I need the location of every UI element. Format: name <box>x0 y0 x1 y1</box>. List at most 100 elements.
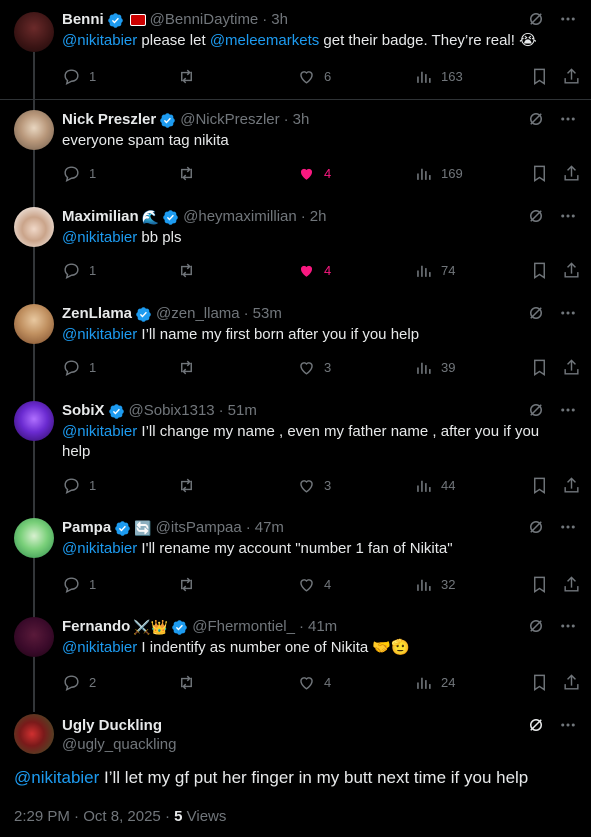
views-button[interactable]: 74 <box>414 261 455 280</box>
avatar[interactable] <box>14 714 54 754</box>
grok-icon[interactable] <box>527 716 545 734</box>
tweet-time[interactable]: 2:29 PM <box>14 808 70 825</box>
timestamp[interactable]: 41m <box>308 617 337 637</box>
grok-icon[interactable] <box>527 518 545 536</box>
more-icon[interactable] <box>559 401 577 419</box>
mention-link[interactable]: @nikitabier <box>62 540 137 557</box>
bookmark-button[interactable] <box>530 164 549 183</box>
author-handle[interactable]: @zen_llama <box>156 304 240 324</box>
share-button[interactable] <box>562 673 581 692</box>
more-icon[interactable] <box>559 10 577 28</box>
timestamp[interactable]: 2h <box>310 207 327 227</box>
author-name[interactable]: Maximilian <box>62 207 139 227</box>
timestamp[interactable]: 3h <box>293 110 310 130</box>
author-handle[interactable]: @ugly_quackling <box>62 736 176 753</box>
reply-button[interactable]: 1 <box>62 575 96 594</box>
avatar[interactable] <box>14 12 54 52</box>
bookmark-button[interactable] <box>530 476 549 495</box>
grok-icon[interactable] <box>527 401 545 419</box>
retweet-button[interactable] <box>177 673 196 692</box>
share-button[interactable] <box>562 261 581 280</box>
bookmark-button[interactable] <box>530 358 549 377</box>
grok-icon[interactable] <box>527 10 545 28</box>
author-name[interactable]: Ugly Duckling <box>62 716 162 736</box>
author-handle[interactable]: @Sobix1313 <box>129 401 215 421</box>
retweet-button[interactable] <box>177 67 196 86</box>
reply-tweet[interactable]: SobiX @Sobix1313 · 51m @nikitabier I’ll … <box>0 391 591 507</box>
like-button[interactable]: 4 <box>297 164 331 183</box>
more-icon[interactable] <box>559 518 577 536</box>
grok-icon[interactable] <box>527 110 545 128</box>
grok-icon[interactable] <box>527 304 545 322</box>
avatar[interactable] <box>14 304 54 344</box>
author-name[interactable]: SobiX <box>62 401 105 421</box>
like-button[interactable]: 4 <box>297 673 331 692</box>
retweet-button[interactable] <box>177 575 196 594</box>
more-icon[interactable] <box>559 110 577 128</box>
avatar[interactable] <box>14 207 54 247</box>
views-button[interactable]: 44 <box>414 476 455 495</box>
reply-tweet[interactable]: Benni @BenniDaytime · 3h @nikitabier ple… <box>0 0 591 98</box>
more-icon[interactable] <box>559 617 577 635</box>
mention-link[interactable]: @nikitabier <box>62 423 137 440</box>
mention-link[interactable]: @meleemarkets <box>210 32 319 49</box>
views-button[interactable]: 169 <box>414 164 463 183</box>
reply-button[interactable]: 1 <box>62 261 96 280</box>
retweet-button[interactable] <box>177 261 196 280</box>
author-handle[interactable]: @heymaximillian <box>183 207 297 227</box>
like-button[interactable]: 4 <box>297 575 331 594</box>
share-button[interactable] <box>562 67 581 86</box>
share-button[interactable] <box>562 164 581 183</box>
author-name[interactable]: Fernando <box>62 617 130 637</box>
more-icon[interactable] <box>559 304 577 322</box>
author-name[interactable]: Nick Preszler <box>62 110 156 130</box>
like-button[interactable]: 6 <box>297 67 331 86</box>
reply-button[interactable]: 1 <box>62 67 96 86</box>
like-button[interactable]: 3 <box>297 476 331 495</box>
more-icon[interactable] <box>559 207 577 225</box>
reply-button[interactable]: 1 <box>62 476 96 495</box>
author-handle[interactable]: @BenniDaytime <box>150 10 259 30</box>
retweet-button[interactable] <box>177 164 196 183</box>
author-name[interactable]: ZenLlama <box>62 304 132 324</box>
mention-link[interactable]: @nikitabier <box>62 639 137 656</box>
retweet-button[interactable] <box>177 358 196 377</box>
mention-link[interactable]: @nikitabier <box>62 32 137 49</box>
avatar[interactable] <box>14 401 54 441</box>
share-button[interactable] <box>562 358 581 377</box>
avatar[interactable] <box>14 110 54 150</box>
grok-icon[interactable] <box>527 207 545 225</box>
tweet-date[interactable]: Oct 8, 2025 <box>83 808 161 825</box>
timestamp[interactable]: 51m <box>228 401 257 421</box>
timestamp[interactable]: 3h <box>271 10 288 30</box>
grok-icon[interactable] <box>527 617 545 635</box>
like-button[interactable]: 4 <box>297 261 331 280</box>
more-icon[interactable] <box>559 716 577 734</box>
bookmark-button[interactable] <box>530 261 549 280</box>
views-button[interactable]: 32 <box>414 575 455 594</box>
like-button[interactable]: 3 <box>297 358 331 377</box>
mention-link[interactable]: @nikitabier <box>14 768 99 787</box>
reply-tweet[interactable]: Nick Preszler @NickPreszler · 3h everyon… <box>0 100 591 196</box>
retweet-button[interactable] <box>177 476 196 495</box>
reply-tweet[interactable]: Fernando ⚔️👑 @Fhermontiel_ · 41m @nikita… <box>0 607 591 705</box>
mention-link[interactable]: @nikitabier <box>62 326 137 343</box>
timestamp[interactable]: 53m <box>253 304 282 324</box>
avatar[interactable] <box>14 617 54 657</box>
bookmark-button[interactable] <box>530 673 549 692</box>
reply-tweet[interactable]: Pampa 🔄 @itsPampaa · 47m @nikitabier I'l… <box>0 508 591 606</box>
reply-tweet[interactable]: Maximilian 🌊 @heymaximillian · 2h @nikit… <box>0 197 591 293</box>
share-button[interactable] <box>562 575 581 594</box>
author-name[interactable]: Pampa <box>62 518 111 538</box>
views-button[interactable]: 24 <box>414 673 455 692</box>
reply-button[interactable]: 1 <box>62 358 96 377</box>
bookmark-button[interactable] <box>530 575 549 594</box>
reply-button[interactable]: 1 <box>62 164 96 183</box>
author-handle[interactable]: @NickPreszler <box>180 110 279 130</box>
reply-button[interactable]: 2 <box>62 673 96 692</box>
mention-link[interactable]: @nikitabier <box>62 229 137 246</box>
author-handle[interactable]: @itsPampaa <box>156 518 242 538</box>
author-handle[interactable]: @Fhermontiel_ <box>192 617 295 637</box>
bookmark-button[interactable] <box>530 67 549 86</box>
views-button[interactable]: 39 <box>414 358 455 377</box>
